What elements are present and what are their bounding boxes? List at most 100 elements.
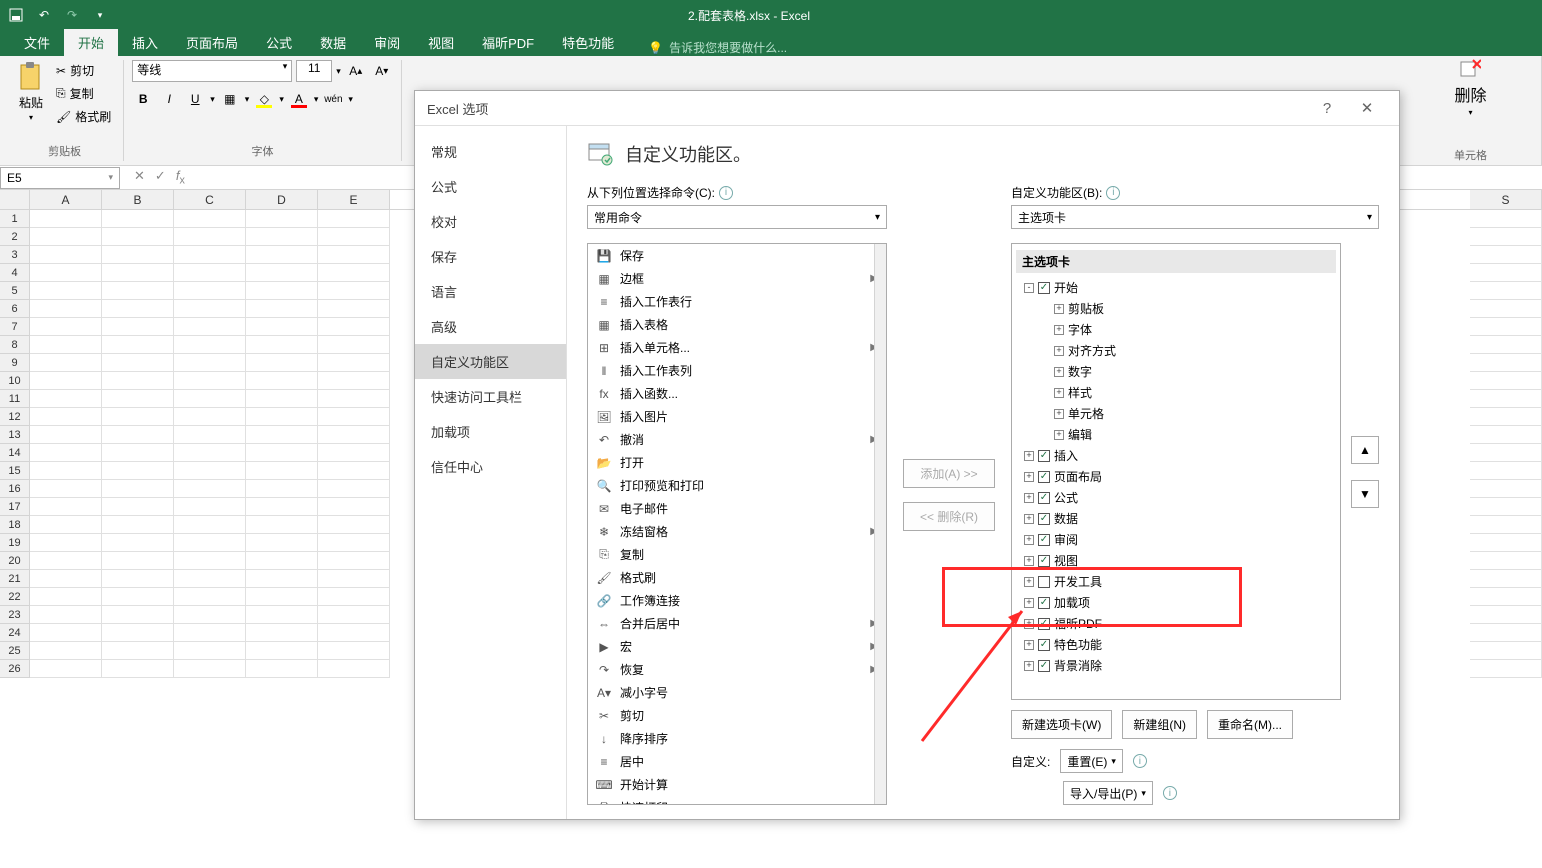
tree-item[interactable]: +编辑 xyxy=(1016,424,1336,445)
expand-icon[interactable]: + xyxy=(1054,346,1064,356)
command-item[interactable]: ↷恢复▶ xyxy=(588,658,886,681)
tree-item[interactable]: +✓特色功能 xyxy=(1016,634,1336,655)
add-button[interactable]: 添加(A) >> xyxy=(903,459,995,488)
checkbox[interactable]: ✓ xyxy=(1038,618,1050,630)
tab-layout[interactable]: 页面布局 xyxy=(172,29,252,56)
expand-icon[interactable]: + xyxy=(1024,619,1034,629)
nav-item[interactable]: 自定义功能区 xyxy=(415,344,566,379)
row-header[interactable]: 16 xyxy=(0,480,30,498)
command-item[interactable]: 🖼插入图片 xyxy=(588,405,886,428)
underline-button[interactable]: U xyxy=(184,88,206,110)
expand-icon[interactable]: + xyxy=(1024,640,1034,650)
expand-icon[interactable]: + xyxy=(1024,535,1034,545)
command-item[interactable]: ▶宏▶ xyxy=(588,635,886,658)
collapse-icon[interactable]: - xyxy=(1024,283,1034,293)
tree-item[interactable]: +✓福昕PDF xyxy=(1016,613,1336,634)
row-header[interactable]: 7 xyxy=(0,318,30,336)
font-size-select[interactable]: 11 xyxy=(296,60,332,82)
tree-item[interactable]: +✓背景消除 xyxy=(1016,655,1336,676)
fill-color-button[interactable]: ◇ xyxy=(253,88,275,110)
commands-list[interactable]: 💾保存▦边框▶≡插入工作表行▦插入表格⊞插入单元格...▶‖插入工作表列fx插入… xyxy=(587,243,887,805)
shrink-font-button[interactable]: A▾ xyxy=(371,60,393,82)
info-icon[interactable]: i xyxy=(719,186,733,200)
move-down-button[interactable]: ▼ xyxy=(1351,480,1379,508)
expand-icon[interactable]: + xyxy=(1054,304,1064,314)
checkbox[interactable]: ✓ xyxy=(1038,534,1050,546)
row-header[interactable]: 18 xyxy=(0,516,30,534)
command-item[interactable]: 🔗工作簿连接 xyxy=(588,589,886,612)
expand-icon[interactable]: + xyxy=(1054,388,1064,398)
row-header[interactable]: 15 xyxy=(0,462,30,480)
tree-item[interactable]: +✓加载项 xyxy=(1016,592,1336,613)
format-painter-button[interactable]: 🖌格式刷 xyxy=(52,106,115,127)
choose-commands-combo[interactable]: 常用命令 ▾ xyxy=(587,205,887,229)
tab-file[interactable]: 文件 xyxy=(10,29,64,56)
row-header[interactable]: 3 xyxy=(0,246,30,264)
row-header[interactable]: 6 xyxy=(0,300,30,318)
checkbox[interactable]: ✓ xyxy=(1038,471,1050,483)
checkbox[interactable]: ✓ xyxy=(1038,513,1050,525)
expand-icon[interactable]: + xyxy=(1024,598,1034,608)
rename-button[interactable]: 重命名(M)... xyxy=(1207,710,1293,739)
tab-view[interactable]: 视图 xyxy=(414,29,468,56)
command-item[interactable]: ✂剪切 xyxy=(588,704,886,727)
font-color-button[interactable]: A xyxy=(288,88,310,110)
expand-icon[interactable]: + xyxy=(1024,472,1034,482)
cancel-icon[interactable]: ✕ xyxy=(134,168,145,187)
command-item[interactable]: 💾保存 xyxy=(588,244,886,267)
expand-icon[interactable]: + xyxy=(1024,514,1034,524)
border-button[interactable]: ▦ xyxy=(219,88,241,110)
expand-icon[interactable]: + xyxy=(1054,409,1064,419)
nav-item[interactable]: 常规 xyxy=(415,134,566,169)
command-item[interactable]: ▦边框▶ xyxy=(588,267,886,290)
paste-button[interactable]: 粘贴 ▾ xyxy=(14,60,48,124)
nav-item[interactable]: 信任中心 xyxy=(415,449,566,484)
checkbox[interactable]: ✓ xyxy=(1038,555,1050,567)
nav-item[interactable]: 校对 xyxy=(415,204,566,239)
expand-icon[interactable]: + xyxy=(1054,325,1064,335)
row-header[interactable]: 11 xyxy=(0,390,30,408)
save-icon[interactable] xyxy=(8,7,24,23)
row-header[interactable]: 17 xyxy=(0,498,30,516)
col-header[interactable]: B xyxy=(102,190,174,209)
row-header[interactable]: 20 xyxy=(0,552,30,570)
tree-item[interactable]: +数字 xyxy=(1016,361,1336,382)
tab-review[interactable]: 审阅 xyxy=(360,29,414,56)
command-item[interactable]: ⌨开始计算 xyxy=(588,773,886,796)
col-header[interactable]: E xyxy=(318,190,390,209)
tree-item[interactable]: +✓视图 xyxy=(1016,550,1336,571)
nav-item[interactable]: 高级 xyxy=(415,309,566,344)
new-tab-button[interactable]: 新建选项卡(W) xyxy=(1011,710,1112,739)
reset-combo[interactable]: 重置(E)▾ xyxy=(1060,749,1123,773)
new-group-button[interactable]: 新建组(N) xyxy=(1122,710,1197,739)
tree-item[interactable]: +✓审阅 xyxy=(1016,529,1336,550)
command-item[interactable]: 🖌格式刷 xyxy=(588,566,886,589)
ribbon-tree[interactable]: 主选项卡-✓开始+剪贴板+字体+对齐方式+数字+样式+单元格+编辑+✓插入+✓页… xyxy=(1011,243,1341,700)
row-header[interactable]: 21 xyxy=(0,570,30,588)
row-header[interactable]: 12 xyxy=(0,408,30,426)
expand-icon[interactable]: + xyxy=(1024,577,1034,587)
tab-features[interactable]: 特色功能 xyxy=(548,29,628,56)
row-header[interactable]: 2 xyxy=(0,228,30,246)
row-header[interactable]: 23 xyxy=(0,606,30,624)
command-item[interactable]: fx插入函数... xyxy=(588,382,886,405)
name-box[interactable]: E5 ▾ xyxy=(0,167,120,189)
checkbox[interactable]: ✓ xyxy=(1038,282,1050,294)
command-item[interactable]: ⇔合并后居中▶ xyxy=(588,612,886,635)
tree-item[interactable]: +✓公式 xyxy=(1016,487,1336,508)
tree-item[interactable]: +✓数据 xyxy=(1016,508,1336,529)
command-item[interactable]: ▦插入表格 xyxy=(588,313,886,336)
help-icon[interactable]: ? xyxy=(1307,100,1347,117)
col-header[interactable]: D xyxy=(246,190,318,209)
remove-button[interactable]: << 删除(R) xyxy=(903,502,995,531)
tree-item[interactable]: +剪贴板 xyxy=(1016,298,1336,319)
command-item[interactable]: ⎘复制 xyxy=(588,543,886,566)
tree-item[interactable]: +样式 xyxy=(1016,382,1336,403)
delete-button[interactable]: 删除 ▾ xyxy=(1450,56,1490,119)
fx-icon[interactable]: fx xyxy=(176,168,185,187)
tab-foxit[interactable]: 福昕PDF xyxy=(468,29,548,56)
info-icon[interactable]: i xyxy=(1133,754,1147,768)
phonetic-button[interactable]: wén xyxy=(322,88,344,110)
row-header[interactable]: 19 xyxy=(0,534,30,552)
font-name-select[interactable]: 等线▾ xyxy=(132,60,292,82)
